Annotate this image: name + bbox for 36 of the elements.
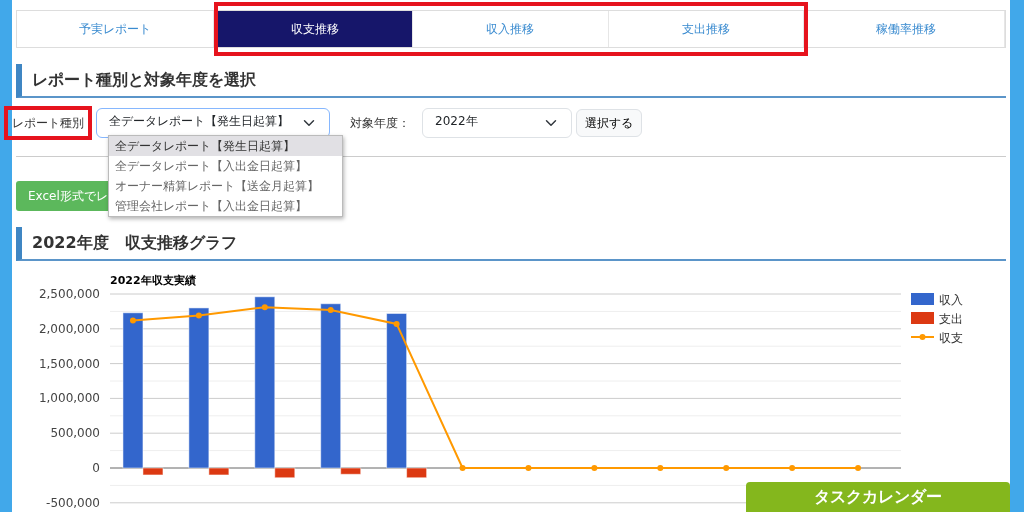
dropdown-option[interactable]: 全データレポート【入出金日起算】 <box>109 156 342 176</box>
field-label: 対象年度： <box>349 115 411 132</box>
data-point <box>393 320 400 327</box>
axis-tick-label: 2,500,000 <box>38 287 100 301</box>
legend-line-icon <box>910 334 935 340</box>
legend-label: 収支 <box>939 331 963 345</box>
section-heading: 2022年度 収支推移グラフ <box>16 227 1006 261</box>
data-point <box>723 465 730 471</box>
data-point <box>525 465 532 471</box>
data-point <box>195 312 202 319</box>
data-point <box>855 465 862 471</box>
data-point <box>789 465 796 471</box>
legend-label: 支出 <box>939 312 963 326</box>
axis-tick-label: -500,000 <box>46 495 100 509</box>
data-point <box>459 465 466 471</box>
data-point <box>657 465 664 471</box>
report-type-select[interactable]: 全データレポート【発生日起算】 <box>96 108 330 138</box>
field-label: レポート種別 <box>4 106 92 140</box>
legend-swatch <box>911 293 934 305</box>
tab[interactable]: 収支推移 <box>217 11 414 47</box>
legend-swatch <box>911 312 934 324</box>
data-point <box>261 304 268 311</box>
axis-tick-label: 1,500,000 <box>38 356 100 371</box>
chart-title: 2022年収支実績 <box>110 274 196 287</box>
axis-tick-label: 500,000 <box>50 426 100 441</box>
section-heading: レポート種別と対象年度を選択 <box>16 64 1006 98</box>
axis-tick-label: 2,000,000 <box>38 321 100 336</box>
data-point <box>591 465 598 471</box>
dropdown-option[interactable]: 全データレポート【発生日起算】 <box>109 136 342 156</box>
axis-tick-label: 1,000,000 <box>38 391 100 406</box>
data-point <box>129 317 136 324</box>
axis-tick-label: 0 <box>92 461 100 475</box>
select-button[interactable]: 選択する <box>576 109 642 137</box>
year-select[interactable]: 2022年 <box>422 108 572 138</box>
legend-label: 収入 <box>939 293 963 307</box>
data-point <box>327 307 334 313</box>
